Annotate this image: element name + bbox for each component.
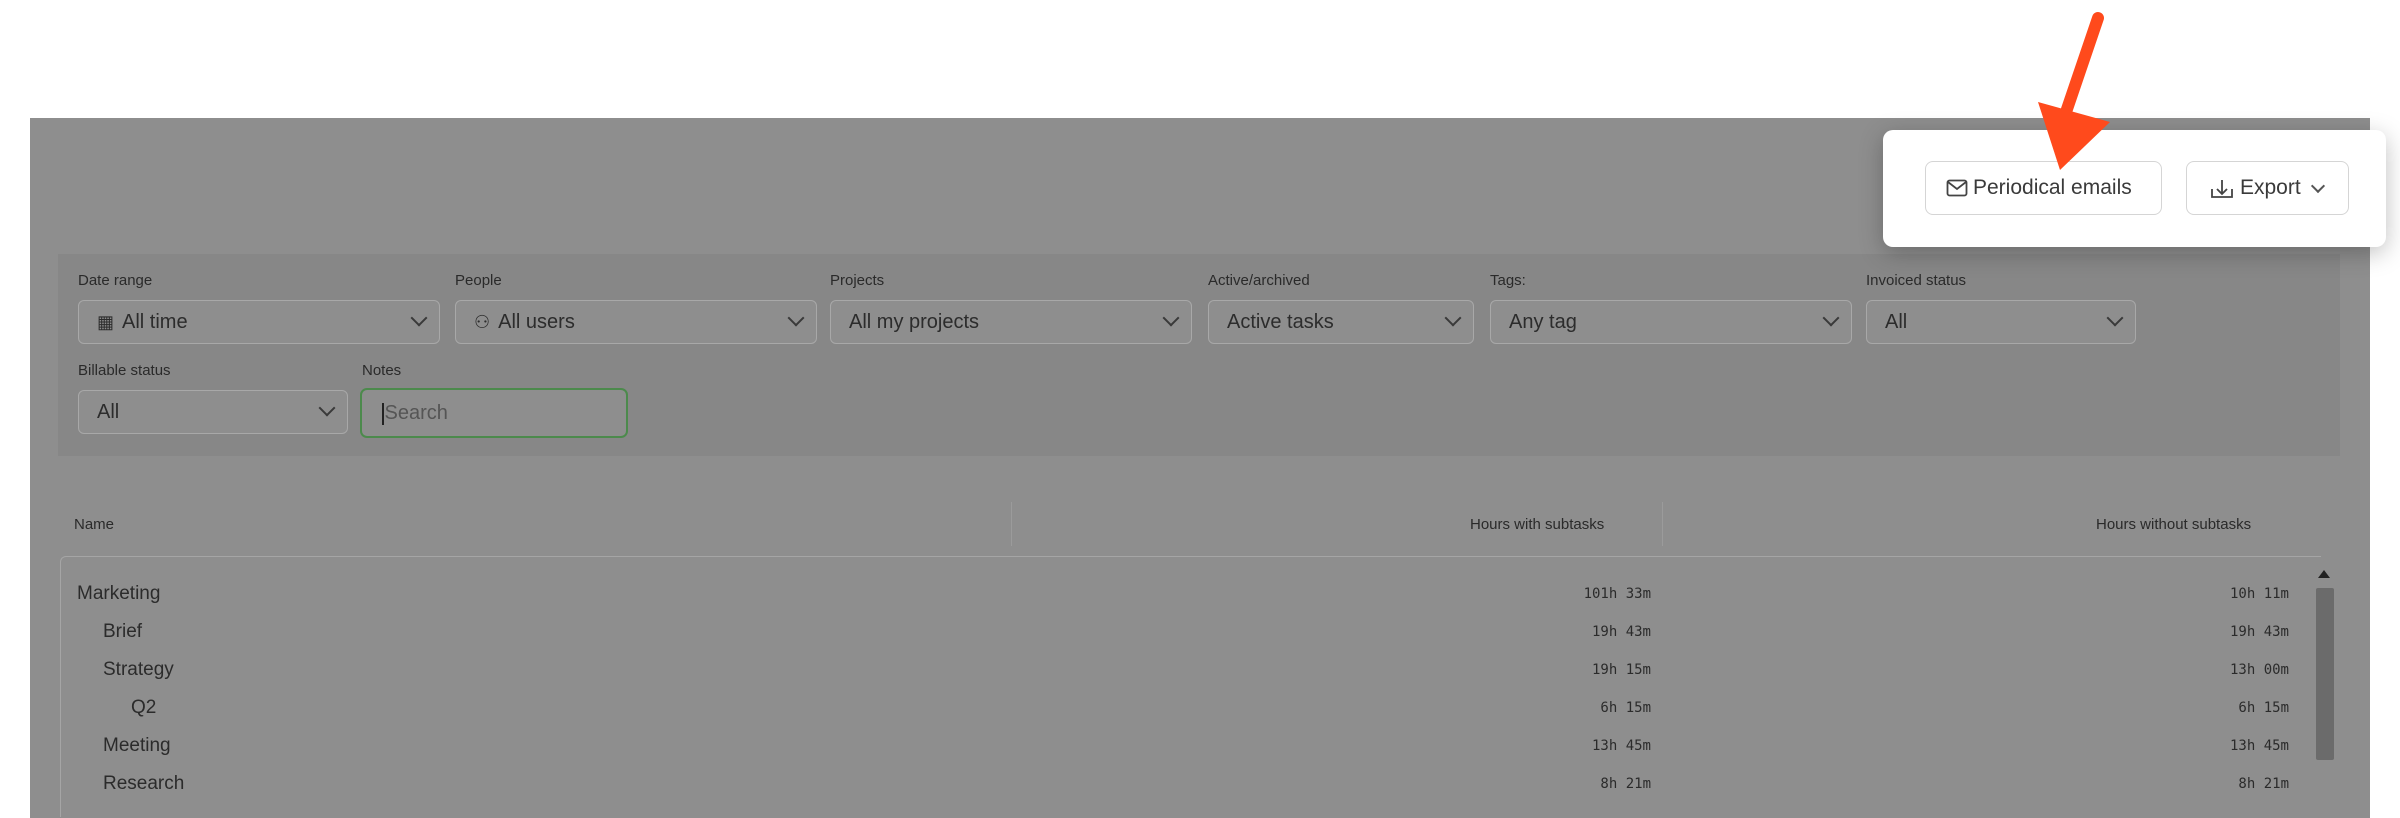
chevron-down-icon [2310,178,2325,194]
hours-with-subtasks: 101h 33m [1583,586,1651,602]
date-range-label: Date range [78,272,153,289]
column-divider [1011,502,1012,546]
chevron-down-icon [410,309,428,327]
table-row[interactable]: Strategy 19h 15m 13h 00m [61,659,2341,695]
hours-without-subtasks: 6h 15m [2238,700,2289,716]
invoiced-status-label: Invoiced status [1866,272,1967,289]
table-row[interactable]: Meeting 13h 45m 13h 45m [61,735,2341,771]
time-report-table: Marketing 101h 33m 10h 11m Brief 19h 43m… [60,556,2321,817]
task-name: Strategy [103,659,174,680]
task-name: Brief [103,621,143,642]
chevron-down-icon [787,309,805,327]
chevron-down-icon [2106,309,2124,327]
invoiced-status-select[interactable]: All [1866,300,2136,344]
hours-without-subtasks: 13h 00m [2229,662,2289,678]
active-archived-select[interactable]: Active tasks [1208,300,1474,344]
hours-with-subtasks: 6h 15m [1600,700,1651,716]
export-button[interactable]: Export [2186,161,2349,215]
notes-search-input[interactable]: Search [360,388,628,438]
column-header-hours-without-subtasks: Hours without subtasks [2096,516,2252,533]
table-scrollbar[interactable] [2314,558,2334,815]
people-value: All users [498,311,575,333]
task-name: Marketing [77,583,161,604]
projects-value: All my projects [849,311,980,333]
export-label: Export [2240,176,2301,199]
export-icon [2211,180,2233,199]
hours-with-subtasks: 13h 45m [1591,738,1651,754]
tags-select[interactable]: Any tag [1490,300,1852,344]
projects-label: Projects [830,272,885,289]
chevron-down-icon [318,399,336,417]
projects-select[interactable]: All my projects [830,300,1192,344]
column-divider [1662,502,1663,546]
task-name: Q2 [131,697,157,718]
table-row[interactable]: Brief 19h 43m 19h 43m [61,621,2341,657]
hours-without-subtasks: 10h 11m [2229,586,2289,602]
hours-with-subtasks: 19h 43m [1591,624,1651,640]
active-archived-value: Active tasks [1227,311,1334,333]
hours-without-subtasks: 8h 21m [2238,776,2289,792]
scroll-up-arrow-icon[interactable] [2318,570,2330,578]
billable-status-select[interactable]: All [78,390,348,434]
annotation-arrow-icon [2038,12,2110,170]
table-row[interactable]: Marketing 101h 33m 10h 11m [61,583,2341,619]
hours-with-subtasks: 19h 15m [1591,662,1651,678]
hours-without-subtasks: 19h 43m [2229,624,2289,640]
tags-value: Any tag [1509,311,1577,333]
active-archived-label: Active/archived [1208,272,1310,289]
date-range-select[interactable]: ▦ All time [78,300,440,344]
task-name: Research [103,773,185,794]
hours-without-subtasks: 13h 45m [2229,738,2289,754]
task-name: Meeting [103,735,171,756]
invoiced-status-value: All [1885,311,1908,333]
notes-label: Notes [362,362,402,379]
hours-with-subtasks: 8h 21m [1600,776,1651,792]
chevron-down-icon [1444,309,1462,327]
scrollbar-thumb[interactable] [2316,588,2334,760]
date-range-value: All time [122,311,188,333]
chevron-down-icon [1162,309,1180,327]
notes-placeholder: Search [384,402,448,424]
billable-status-label: Billable status [78,362,171,379]
column-header-hours-with-subtasks: Hours with subtasks [1470,516,1605,533]
calendar-icon: ▦ [97,312,115,332]
chevron-down-icon [1822,309,1840,327]
people-label: People [455,272,502,289]
users-icon: ⚇ [474,312,491,332]
table-row[interactable]: Research 8h 21m 8h 21m [61,773,2341,809]
tags-label: Tags: [1490,272,1526,289]
column-header-name: Name [74,516,115,533]
billable-status-value: All [97,401,120,423]
people-select[interactable]: ⚇ All users [455,300,817,344]
table-row[interactable]: Q2 6h 15m 6h 15m [61,697,2341,733]
envelope-icon [1946,180,1968,197]
